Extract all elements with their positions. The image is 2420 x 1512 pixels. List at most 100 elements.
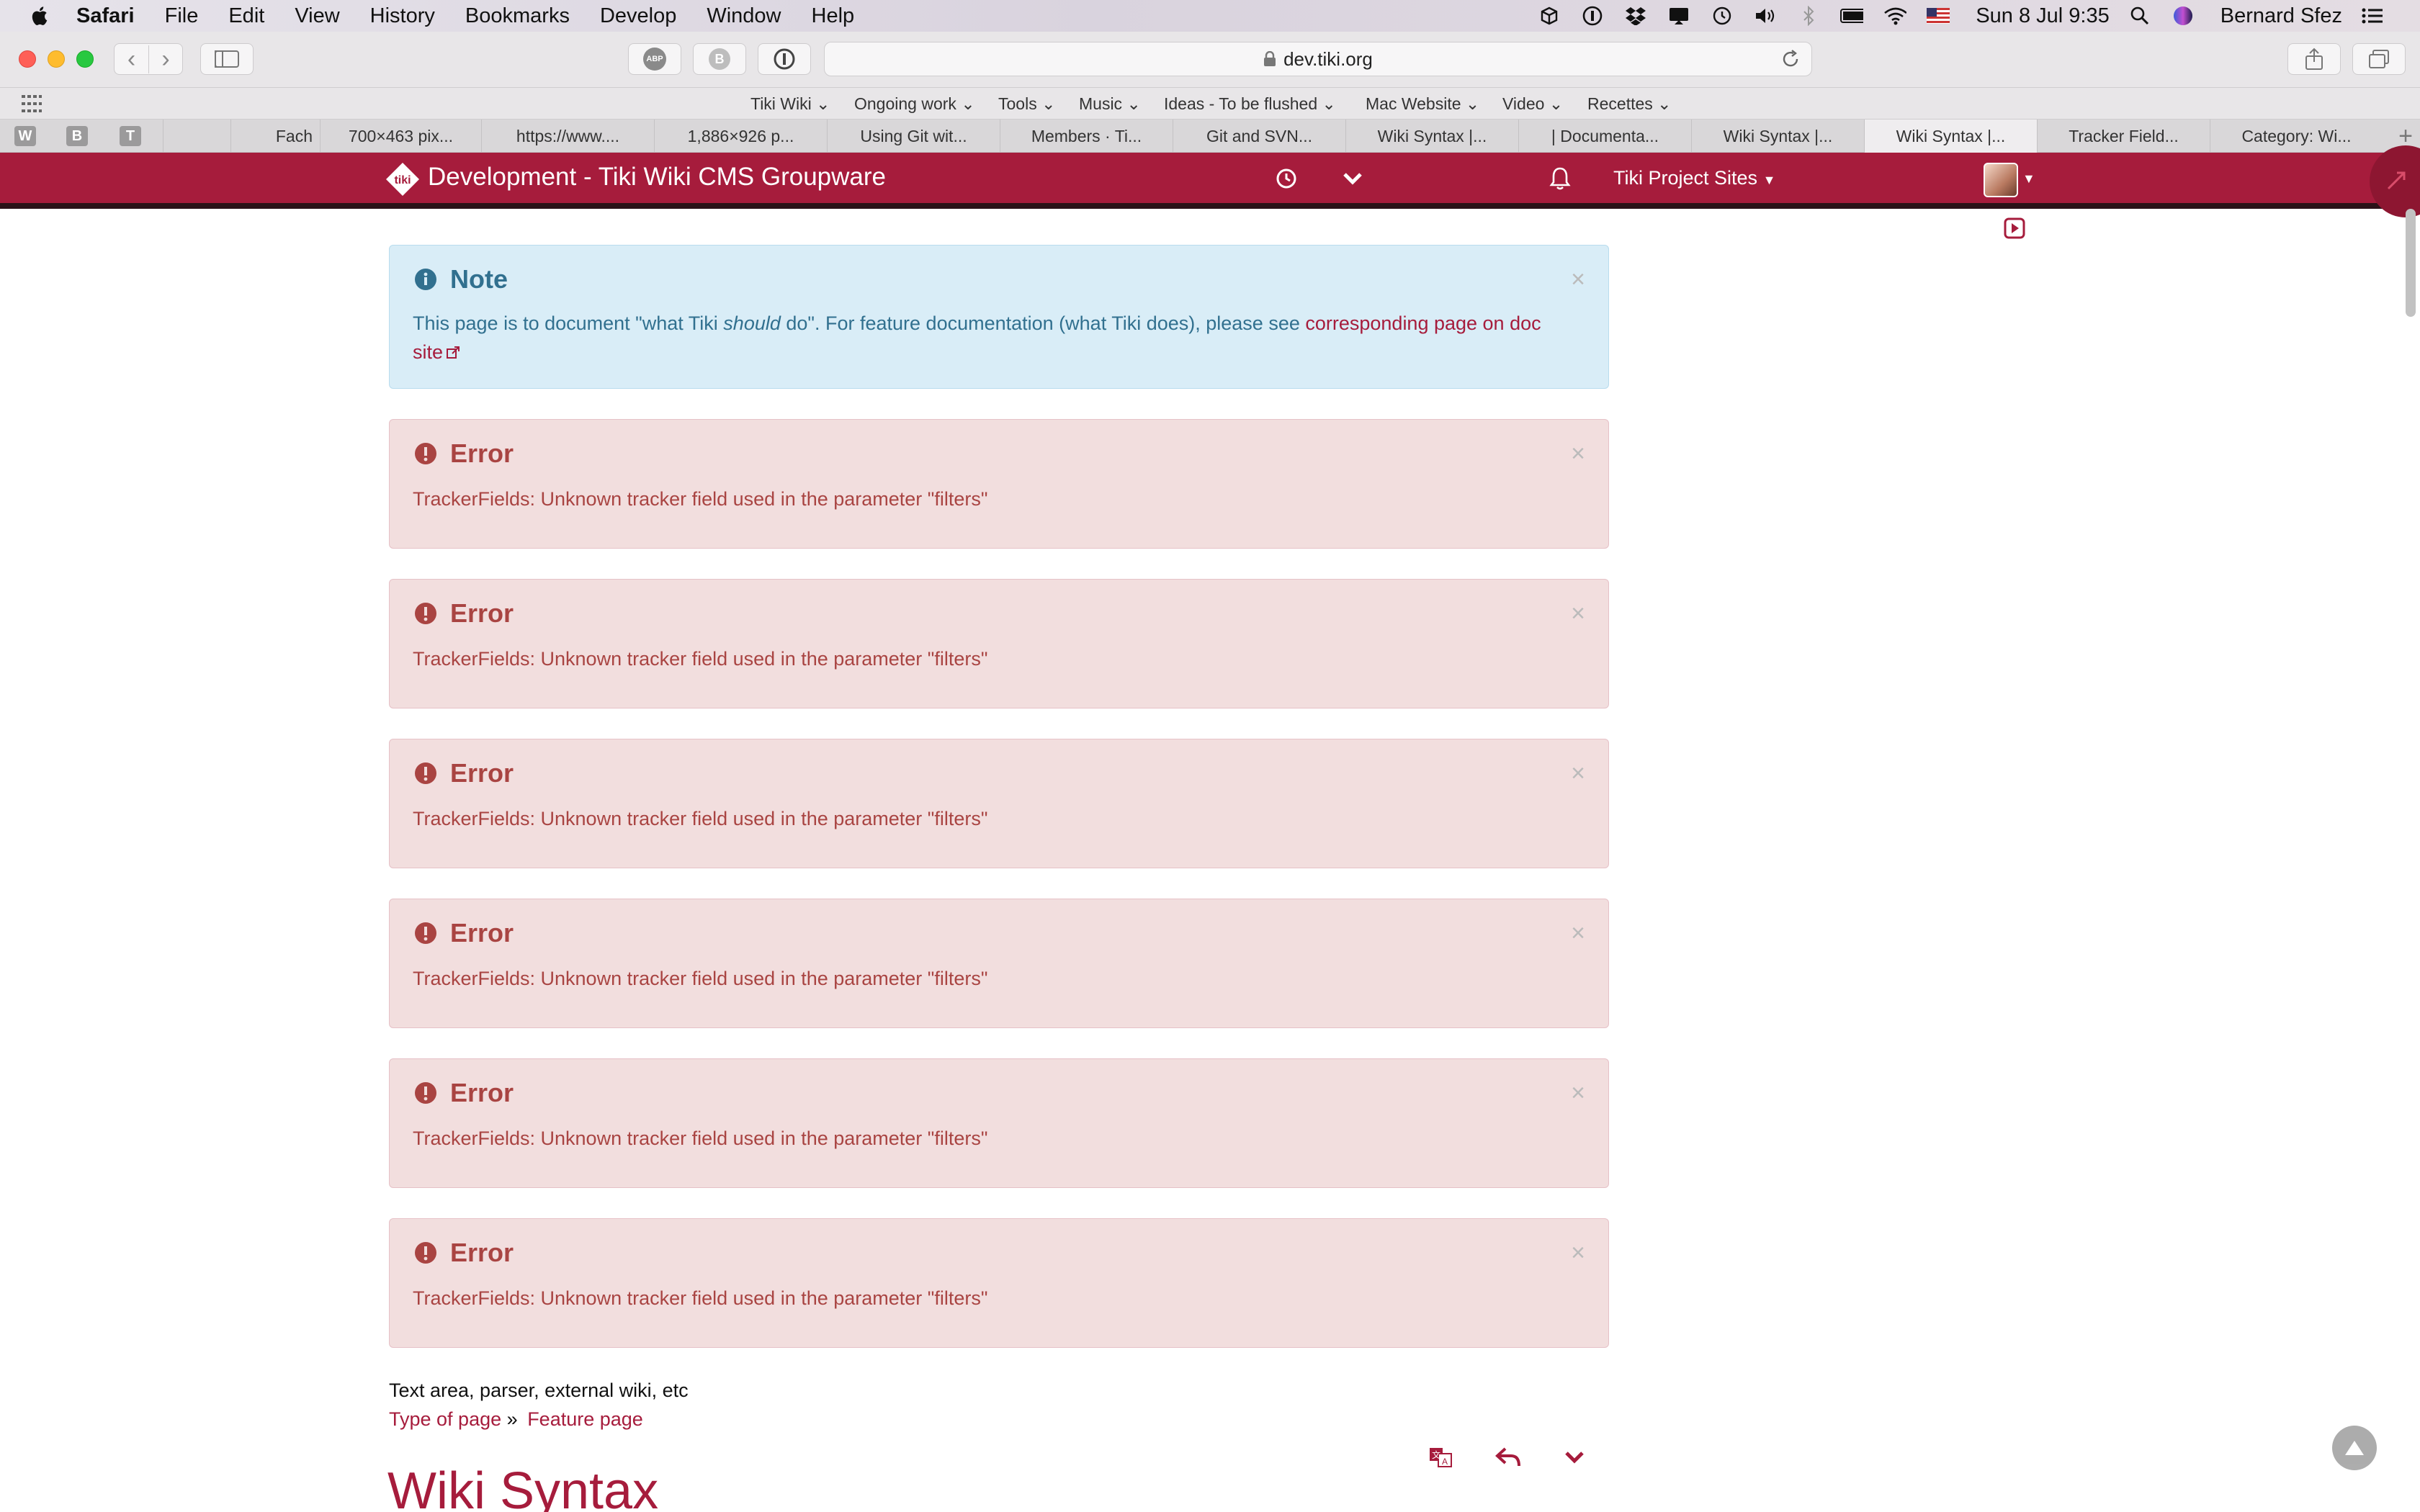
menu-edit[interactable]: Edit [228,4,264,28]
forward-icon[interactable]: › [148,45,182,73]
dropbox-icon[interactable] [1624,6,1647,26]
close-icon[interactable]: × [1571,600,1585,628]
tab[interactable]: Category: Wi... [2210,120,2383,153]
bluetooth-icon[interactable] [1797,6,1820,26]
chevron-down-icon: ⌄ [1126,94,1141,113]
menu-file[interactable]: File [165,4,199,28]
exclamation-circle-icon [415,603,436,624]
tab[interactable]: https://www.... [481,120,654,153]
close-icon[interactable]: × [1571,760,1585,788]
menu-develop[interactable]: Develop [600,4,676,28]
list-icon[interactable] [2361,6,2384,26]
bookmark-folder-recettes[interactable]: Recettes ⌄ [1587,94,1671,114]
share-button[interactable] [2287,43,2341,75]
bookmark-folder-tiki-wiki[interactable]: Tiki Wiki ⌄ [750,94,830,114]
close-icon[interactable]: × [1571,440,1585,468]
menu-window[interactable]: Window [707,4,781,28]
youtube-play-icon[interactable] [2004,217,2025,239]
note-text: This page is to document "what Tiki [413,312,724,334]
show-tabs-button[interactable] [2352,43,2406,75]
chevron-down-icon[interactable] [1338,164,1367,193]
apple-icon[interactable] [29,5,49,27]
breadcrumb-type-of-page[interactable]: Type of page [389,1408,501,1430]
close-icon[interactable]: × [1571,1239,1585,1267]
bookmark-folder-music[interactable]: Music ⌄ [1079,94,1141,114]
caret-down-icon[interactable]: ▼ [2022,171,2035,186]
error-title-text: Error [450,758,514,788]
pinned-tab-w[interactable]: W [14,126,36,146]
menu-view[interactable]: View [295,4,339,28]
tab[interactable]: Using Git wit... [827,120,1000,153]
tiki-logo-icon[interactable]: tiki [385,161,421,197]
tab[interactable]: 1,886×926 p... [654,120,827,153]
pinned-tab-b[interactable]: B [66,126,88,146]
site-title[interactable]: Development - Tiki Wiki CMS Groupware [428,163,886,192]
menu-bookmarks[interactable]: Bookmarks [465,4,570,28]
bookmark-folder-tools[interactable]: Tools ⌄ [998,94,1055,114]
reload-icon[interactable] [1780,48,1801,70]
1password-icon[interactable] [1581,6,1604,26]
tab-active[interactable]: Wiki Syntax |... [1864,120,2037,153]
tab[interactable]: Wiki Syntax |... [1691,120,1864,153]
flag-us-icon[interactable] [1927,6,1950,26]
tab[interactable]: 700×463 pix... [320,120,481,153]
cast-icon[interactable] [1667,6,1690,26]
bell-icon[interactable] [1546,164,1574,193]
clock-icon[interactable] [1272,164,1301,193]
window-minimize-button[interactable] [48,50,65,68]
wifi-icon[interactable] [1883,6,1907,26]
battery-icon[interactable] [1840,6,1864,26]
spotlight-icon[interactable] [2128,6,2151,26]
alert-title: Error [414,1238,514,1268]
menubar-user[interactable]: Bernard Sfez [2220,4,2342,28]
tiki-project-sites-menu[interactable]: Tiki Project Sites ▼ [1613,167,1775,189]
bookmark-folder-ideas[interactable]: Ideas - To be flushed ⌄ [1164,94,1336,114]
menu-help[interactable]: Help [812,4,855,28]
extension-b-button[interactable]: B [693,43,746,75]
error-alert: Error × TrackerFields: Unknown tracker f… [389,1058,1609,1188]
close-icon[interactable]: × [1571,1079,1585,1107]
tab[interactable]: Members · Ti... [1000,120,1173,153]
avatar[interactable] [1984,163,2018,197]
page-scrollbar[interactable] [2406,209,2416,317]
breadcrumb: Type of page » Feature page [389,1408,643,1431]
bookmark-folder-video[interactable]: Video ⌄ [1502,94,1563,114]
address-bar[interactable]: dev.tiki.org [824,42,1812,76]
tab[interactable]: Fach [230,120,320,153]
bookmark-folder-ongoing-work[interactable]: Ongoing work ⌄ [854,94,975,114]
reply-arrow-icon[interactable] [1494,1443,1523,1472]
sidebar-button[interactable] [200,43,254,75]
chevron-down-icon[interactable] [1560,1443,1589,1472]
close-icon[interactable]: × [1571,266,1585,294]
back-icon[interactable]: ‹ [115,45,148,73]
box-icon[interactable] [1538,6,1561,26]
tab[interactable]: | Documenta... [1518,120,1691,153]
apps-grid-icon[interactable] [22,95,42,112]
password-manager-button[interactable] [758,43,811,75]
error-message: TrackerFields: Unknown tracker field use… [413,1128,988,1149]
siri-icon[interactable] [2172,6,2195,26]
menu-safari[interactable]: Safari [76,4,135,28]
translate-icon[interactable]: 文A [1426,1443,1455,1472]
menu-history[interactable]: History [370,4,435,28]
window-close-button[interactable] [19,50,36,68]
time-machine-icon[interactable] [1711,6,1734,26]
tab[interactable]: Wiki Syntax |... [1345,120,1518,153]
safari-toolbar: ‹ › ABP B dev.tiki.org [0,32,2420,88]
tab-spacer [163,120,187,153]
alert-title: Error [414,598,514,629]
fullscreen-toggle[interactable] [2370,145,2420,217]
bookmark-folder-mac-website[interactable]: Mac Website ⌄ [1366,94,1479,114]
breadcrumb-feature-page[interactable]: Feature page [527,1408,643,1430]
window-zoom-button[interactable] [76,50,94,68]
adblock-button[interactable]: ABP [628,43,681,75]
tab[interactable]: Tracker Field... [2037,120,2210,153]
chevron-down-icon: ⌄ [1322,94,1336,113]
scroll-to-top-button[interactable] [2332,1426,2377,1470]
close-icon[interactable]: × [1571,919,1585,948]
menubar-clock[interactable]: Sun 8 Jul 9:35 [1976,4,2109,28]
error-message: TrackerFields: Unknown tracker field use… [413,968,988,989]
pinned-tab-t[interactable]: T [120,126,141,146]
tab[interactable]: Git and SVN... [1173,120,1345,153]
volume-icon[interactable] [1754,6,1777,26]
